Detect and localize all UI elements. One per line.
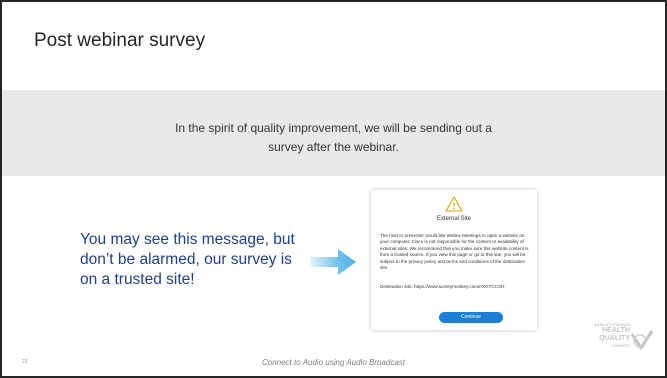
external-site-dialog: External Site The host or presenter woul… <box>371 190 537 330</box>
footer-text: Connect to Audio using Audio Broadcast <box>261 358 406 367</box>
destination-label: Destination site: <box>380 284 413 289</box>
destination-url[interactable]: https://www.surveymonkey.com/r/XGTCCXH <box>414 284 505 289</box>
warning-triangle-icon <box>445 196 463 212</box>
banner-line-2: survey after the webinar. <box>268 140 399 154</box>
quality-check-logo-icon <box>630 330 654 350</box>
arrow-right-icon <box>310 249 356 275</box>
dialog-body: The host or presenter would like Webex M… <box>380 233 529 271</box>
shqc-logo: SASKATCHEWAN HEALTH QUALITY COUNCIL <box>590 320 660 364</box>
banner-line-1: In the spirit of quality improvement, we… <box>175 121 492 135</box>
logo-text: SASKATCHEWAN HEALTH QUALITY COUNCIL <box>594 322 630 348</box>
destination-site: Destination site: https://www.surveymonk… <box>380 284 505 289</box>
banner-text: In the spirit of quality improvement, we… <box>2 119 665 157</box>
slide: Post webinar survey In the spirit of qua… <box>0 0 667 378</box>
dialog-title: External Site <box>436 216 472 222</box>
logo-line-4: COUNCIL <box>611 343 630 348</box>
logo-line-2: HEALTH <box>602 327 630 334</box>
callout-text: You may see this message, but don’t be a… <box>80 231 295 288</box>
slide-title: Post webinar survey <box>34 30 206 51</box>
continue-button[interactable]: Continue <box>439 312 503 323</box>
logo-line-3: QUALITY <box>599 335 630 342</box>
